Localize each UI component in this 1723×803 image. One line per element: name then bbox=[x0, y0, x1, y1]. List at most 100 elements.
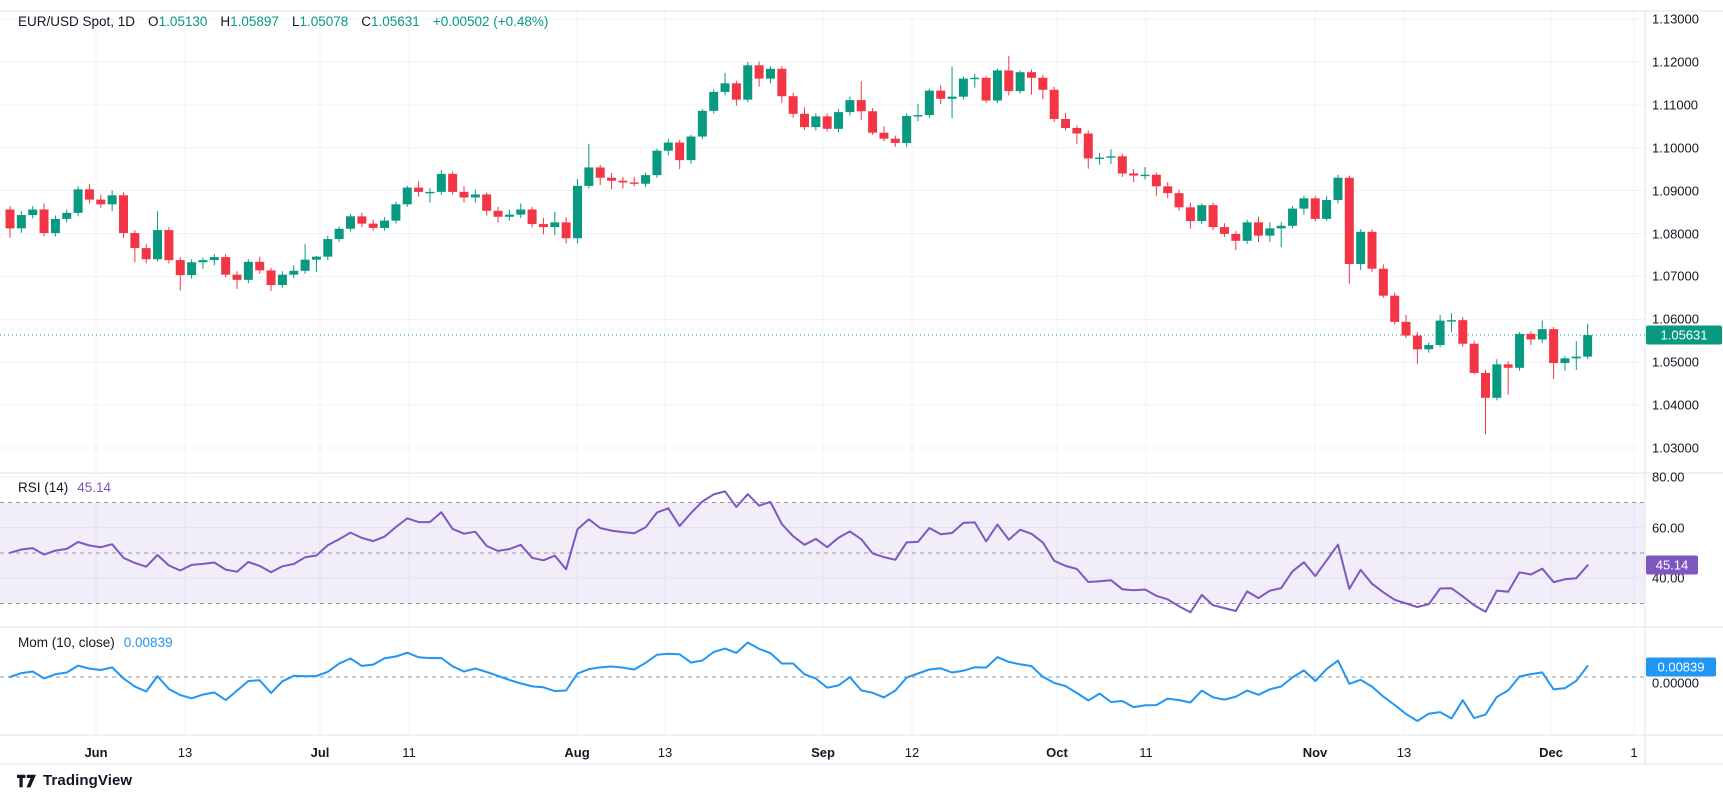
candle-body bbox=[494, 211, 503, 217]
candle-body bbox=[1163, 186, 1172, 193]
candle-body bbox=[28, 209, 37, 215]
candle-body bbox=[800, 114, 809, 127]
rsi-legend[interactable]: RSI (14) 45.14 bbox=[18, 480, 111, 495]
candle-body bbox=[346, 216, 355, 228]
candle-body bbox=[811, 116, 820, 127]
candle-body bbox=[403, 188, 412, 205]
price-axis-label: 1.06000 bbox=[1652, 312, 1699, 327]
candle-body bbox=[687, 137, 696, 161]
candle-body bbox=[425, 192, 434, 193]
candle-body bbox=[1118, 156, 1127, 173]
candle-body bbox=[1072, 128, 1081, 134]
candle-body bbox=[1106, 156, 1115, 157]
candle-body bbox=[1538, 329, 1547, 339]
candle-body bbox=[380, 221, 389, 228]
candle-body bbox=[96, 200, 105, 205]
candle-body bbox=[1560, 358, 1569, 363]
candle-body bbox=[982, 78, 991, 101]
candle-body bbox=[1231, 234, 1240, 241]
time-axis-label: Sep bbox=[811, 745, 835, 760]
candle-body bbox=[584, 167, 593, 185]
candle-body bbox=[948, 97, 957, 99]
candle-body bbox=[51, 219, 60, 233]
candle-body bbox=[1515, 334, 1524, 368]
candle-body bbox=[153, 230, 162, 259]
candle-body bbox=[562, 222, 571, 238]
candle-body bbox=[312, 257, 321, 260]
candle-body bbox=[357, 216, 366, 223]
candle-body bbox=[301, 260, 310, 271]
mom-legend[interactable]: Mom (10, close) 0.00839 bbox=[18, 635, 173, 650]
price-axis-label: 1.05000 bbox=[1652, 355, 1699, 370]
rsi-title: RSI (14) bbox=[18, 480, 68, 495]
candle-body bbox=[40, 209, 49, 233]
candle-body bbox=[573, 186, 582, 238]
time-axis-label: Jul bbox=[311, 745, 330, 760]
candle-body bbox=[119, 195, 128, 233]
chart-canvas[interactable] bbox=[0, 0, 1723, 803]
candle-body bbox=[1027, 72, 1036, 78]
symbol-title: EUR/USD Spot, 1D bbox=[18, 14, 135, 29]
candle-body bbox=[789, 96, 798, 114]
candle-body bbox=[1402, 322, 1411, 336]
last-price-badge: 1.05631 bbox=[1646, 326, 1722, 345]
candle-body bbox=[323, 239, 332, 257]
candle-body bbox=[255, 262, 264, 271]
candle-body bbox=[278, 275, 287, 285]
price-axis-label: 1.11000 bbox=[1652, 97, 1698, 112]
candle-body bbox=[936, 91, 945, 99]
candle-body bbox=[891, 139, 900, 143]
rsi-band bbox=[0, 502, 1645, 603]
price-axis-label: 1.03000 bbox=[1652, 441, 1699, 456]
candle-body bbox=[1186, 207, 1195, 221]
candle-body bbox=[335, 229, 344, 239]
rsi-axis-label: 60.00 bbox=[1652, 520, 1685, 535]
candle-body bbox=[516, 209, 525, 214]
candle-body bbox=[1050, 90, 1059, 119]
candle-body bbox=[1356, 232, 1365, 264]
ohlc-close: C1.05631 bbox=[357, 14, 420, 29]
symbol-legend[interactable]: EUR/USD Spot, 1D O1.05130 H1.05897 L1.05… bbox=[18, 14, 548, 29]
ohlc-open: O1.05130 bbox=[144, 14, 207, 29]
tradingview-logo-icon bbox=[17, 773, 36, 788]
candle-body bbox=[482, 194, 491, 210]
candle-body bbox=[414, 188, 423, 192]
candle-body bbox=[505, 215, 514, 217]
candle-body bbox=[1492, 364, 1501, 397]
candle-body bbox=[187, 262, 196, 275]
candle-body bbox=[1333, 178, 1342, 200]
candle-body bbox=[1175, 193, 1184, 207]
rsi-value-badge: 45.14 bbox=[1646, 556, 1698, 575]
mom-value-badge: 0.00839 bbox=[1646, 657, 1716, 676]
candle-body bbox=[6, 209, 15, 228]
mom-axis-label: 0.00000 bbox=[1652, 676, 1699, 691]
mom-line bbox=[10, 643, 1588, 722]
candle-body bbox=[1254, 222, 1263, 235]
candle-body bbox=[1299, 198, 1308, 208]
candle-body bbox=[1379, 269, 1388, 296]
candle-body bbox=[1197, 205, 1206, 221]
time-axis-label: Dec bbox=[1539, 745, 1563, 760]
candle-body bbox=[1345, 178, 1354, 264]
candle-body bbox=[289, 271, 298, 275]
candle-body bbox=[607, 178, 616, 181]
candle-body bbox=[550, 222, 559, 227]
candle-body bbox=[1436, 321, 1445, 345]
candle-body bbox=[62, 213, 71, 219]
candle-body bbox=[1243, 222, 1252, 240]
candle-body bbox=[902, 116, 911, 143]
candle-body bbox=[630, 182, 639, 183]
candle-body bbox=[1061, 119, 1070, 128]
time-axis-label: Aug bbox=[564, 745, 589, 760]
time-axis-label: 12 bbox=[905, 745, 919, 760]
time-axis-label: 11 bbox=[402, 745, 416, 760]
candle-body bbox=[539, 224, 548, 227]
footer[interactable]: TradingView bbox=[17, 772, 132, 789]
time-axis-label: 13 bbox=[1397, 745, 1411, 760]
candle-body bbox=[641, 175, 650, 184]
candle-body bbox=[959, 79, 968, 97]
candle-body bbox=[766, 69, 775, 79]
time-axis-label: 13 bbox=[178, 745, 192, 760]
candle-body bbox=[198, 260, 207, 262]
candle-body bbox=[970, 78, 979, 79]
